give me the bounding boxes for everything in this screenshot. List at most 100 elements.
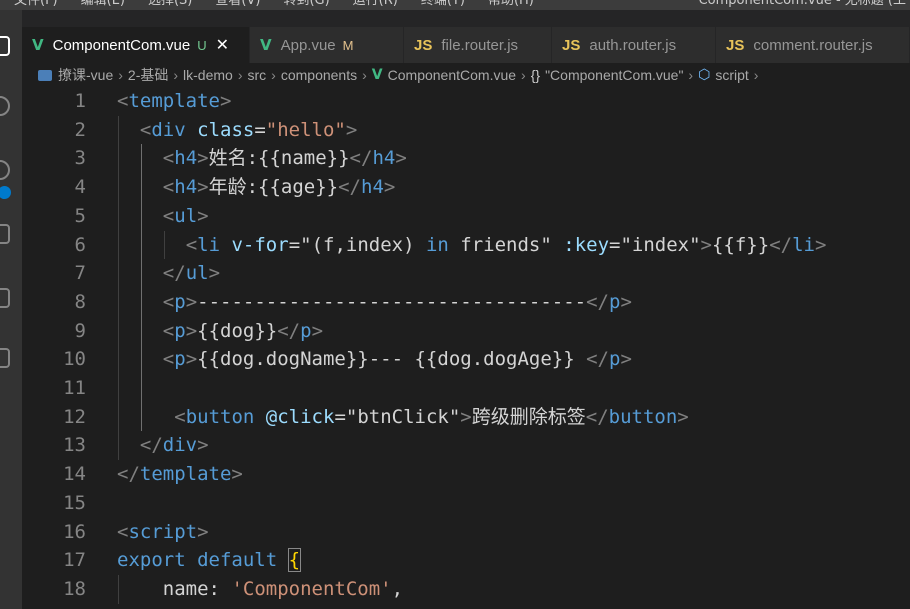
code-line[interactable]: 16 <script> xyxy=(22,518,910,547)
code-token: h4 xyxy=(174,176,198,199)
menu-item[interactable]: 终端(T) xyxy=(407,0,474,10)
code-token: > xyxy=(197,434,209,457)
code-token: < xyxy=(185,233,198,256)
code-token: < xyxy=(162,290,175,313)
menu-item[interactable]: 文件(F) xyxy=(0,0,67,10)
code-line[interactable]: 7 </ul> xyxy=(22,259,910,288)
breadcrumb-item[interactable]: "ComponentCom.vue" xyxy=(545,67,683,83)
code-token: </ xyxy=(349,147,373,170)
menu-item[interactable]: 选择(S) xyxy=(134,0,201,10)
code-token: > xyxy=(460,405,472,428)
tab-comment-router-js[interactable]: JS comment.router.js xyxy=(716,27,910,63)
code-token: name: xyxy=(162,577,232,600)
code-token: default xyxy=(197,549,278,572)
code-token: div xyxy=(151,118,186,141)
code-line[interactable]: 5 <ul> xyxy=(22,202,910,231)
line-number: 11 xyxy=(63,377,86,399)
code-line[interactable]: 8 <p>----------------------------------</… xyxy=(22,288,910,317)
code-token: </ xyxy=(586,348,609,371)
code-token: ="btnClick" xyxy=(334,405,461,428)
code-line[interactable]: 2 <div class="hello"> xyxy=(22,116,910,145)
code-line[interactable]: 18 name: 'ComponentCom', xyxy=(22,575,910,604)
code-token: :key xyxy=(563,233,610,256)
code-text: </template> xyxy=(117,460,243,489)
line-number: 5 xyxy=(74,204,86,227)
menu-item[interactable]: 帮助(H) xyxy=(474,0,543,10)
breadcrumb-item[interactable]: 2-基础 xyxy=(128,65,168,85)
breadcrumb-item[interactable]: src xyxy=(248,67,267,83)
tab-label: file.router.js xyxy=(441,36,519,54)
run-debug-icon[interactable] xyxy=(0,224,10,244)
code-text: </ul> xyxy=(163,259,220,288)
tab-file-router-js[interactable]: JS file.router.js xyxy=(404,27,552,63)
code-line[interactable]: 15 xyxy=(22,489,910,518)
menu-item[interactable]: 编辑(E) xyxy=(67,0,134,10)
code-token: in xyxy=(425,233,449,256)
folder-icon xyxy=(38,69,52,81)
code-token: < xyxy=(117,520,129,543)
line-number: 12 xyxy=(63,405,86,428)
close-icon[interactable]: ✕ xyxy=(216,35,229,55)
code-line[interactable]: 10 <p>{{dog.dogName}}--- {{dog.dogAge}} <… xyxy=(22,345,910,374)
search-icon[interactable] xyxy=(0,96,10,116)
code-line[interactable]: 4 <h4>年龄:{{age}}</h4> xyxy=(22,173,910,202)
code-line[interactable]: 14 </template> xyxy=(22,460,910,489)
breadcrumb-item[interactable]: lk-demo xyxy=(183,67,233,83)
code-token: p xyxy=(300,319,312,342)
code-token: 'ComponentCom' xyxy=(231,577,392,600)
code-token: p xyxy=(174,319,186,342)
breadcrumb-item[interactable]: 撩课-vue xyxy=(58,65,113,85)
code-token: < xyxy=(162,204,175,227)
code-editor[interactable]: 1 <template> 2 <div class="hello"> 3 <h4>姓名:{… xyxy=(22,87,910,609)
tab-label: comment.router.js xyxy=(753,36,873,54)
code-token: > xyxy=(814,233,827,256)
chevron-right-icon: › xyxy=(362,67,367,83)
code-token: < xyxy=(162,147,175,170)
code-line[interactable]: 6 <li v-for="(f,index) in friends" :key="… xyxy=(22,231,910,260)
code-line[interactable]: 17 export default { xyxy=(22,546,910,575)
source-control-icon[interactable] xyxy=(0,160,10,180)
tab-componentcom-vue[interactable]: V ComponentCom.vue U ✕ xyxy=(22,27,250,63)
object-icon: {} xyxy=(530,67,541,83)
breadcrumb-item[interactable]: components xyxy=(281,67,357,83)
code-line[interactable]: 9 <p>{{dog}}</p> xyxy=(22,317,910,346)
explorer-icon[interactable] xyxy=(0,36,10,56)
code-token: friends" xyxy=(448,233,564,256)
code-token: > xyxy=(197,520,209,543)
remote-explorer-icon[interactable] xyxy=(0,348,10,368)
code-text: <h4>姓名:{{name}}</h4> xyxy=(163,144,407,173)
code-text: export default { xyxy=(117,546,302,575)
code-token: v-for xyxy=(231,233,289,256)
code-line[interactable]: 11 xyxy=(22,374,910,403)
code-line[interactable]: 13 </div> xyxy=(22,431,910,460)
untracked-badge: U xyxy=(197,37,207,53)
bracket-highlight: { xyxy=(287,548,302,573)
tab-label: ComponentCom.vue xyxy=(52,36,191,54)
chevron-right-icon: › xyxy=(118,67,123,83)
menu-item[interactable]: 查看(V) xyxy=(201,0,269,10)
code-token: > xyxy=(197,147,209,170)
code-token: </ xyxy=(585,405,609,428)
chevron-right-icon: › xyxy=(237,67,243,83)
code-token: > xyxy=(345,118,358,141)
menu-bar: 文件(F) 编辑(E) 选择(S) 查看(V) 转到(G) 运行(R) 终端(T) 帮助(H)… xyxy=(0,0,910,10)
code-line[interactable]: 3 <h4>姓名:{{name}}</h4> xyxy=(22,144,910,173)
menu-item[interactable]: 转到(G) xyxy=(269,0,338,10)
breadcrumb-item[interactable]: ComponentCom.vue xyxy=(388,67,516,83)
code-token: > xyxy=(185,348,198,371)
code-text: <h4>年龄:{{age}}</h4> xyxy=(163,173,396,202)
tab-auth-router-js[interactable]: JS auth.router.js xyxy=(552,27,716,63)
chevron-right-icon: › xyxy=(753,67,759,83)
code-line[interactable]: 1 <template> xyxy=(22,87,910,116)
breadcrumb-item[interactable]: script xyxy=(715,67,748,83)
code-token: p xyxy=(174,348,186,371)
code-token: ul xyxy=(185,262,209,285)
tab-label: App.vue xyxy=(280,36,336,54)
extensions-icon[interactable] xyxy=(0,288,10,308)
code-token: {{dog}} xyxy=(197,319,278,342)
code-line[interactable]: 12 <button @click="btnClick">跨级删除标签</butt… xyxy=(22,403,910,432)
code-token: h4 xyxy=(174,147,198,170)
tab-app-vue[interactable]: V App.vue M xyxy=(250,27,404,63)
menu-item[interactable]: 运行(R) xyxy=(339,0,407,10)
